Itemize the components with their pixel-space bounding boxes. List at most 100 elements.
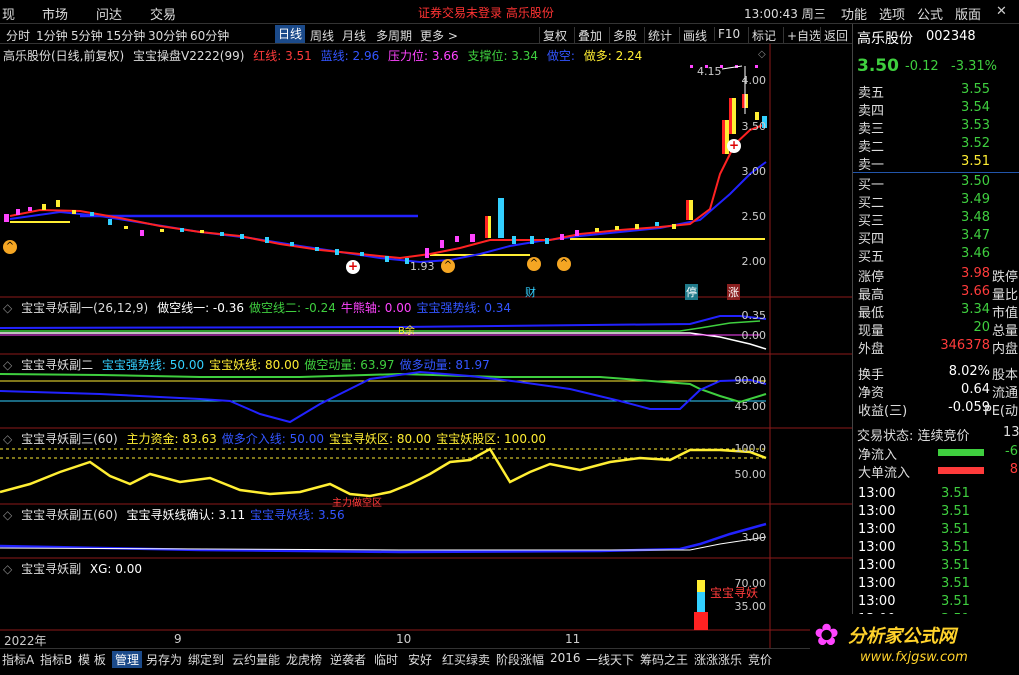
tab-period-monthly[interactable]: 月线 (342, 27, 366, 44)
sub3-name[interactable]: 宝宝寻妖副三(60) (21, 432, 118, 446)
row-label: 卖一 (858, 158, 885, 173)
tab-period-1min[interactable]: 1分钟 (36, 27, 68, 44)
chart-area[interactable]: 高乐股份(日线,前复权) 宝宝操盘V2222(99) 红线: 3.51 蓝线: … (0, 44, 852, 649)
restore-rights-button[interactable]: 复权 (539, 27, 567, 44)
bottom-tab[interactable]: 指标A (2, 651, 34, 668)
bid-row[interactable]: 买三 3.48 (858, 210, 1018, 229)
bottom-tab[interactable]: 管理 (112, 651, 143, 668)
tab-period-fenshi[interactable]: 分时 (6, 27, 30, 44)
ask-row[interactable]: 卖一 3.51 (858, 154, 1018, 173)
y-label: 4.00 (741, 74, 767, 87)
ask-row[interactable]: 卖五 3.55 (858, 82, 1018, 101)
sub3-param-3: 宝宝妖股区: 100.00 (436, 432, 547, 446)
statistics-button[interactable]: 统计 (644, 27, 672, 44)
bottom-tab[interactable]: 阶段涨幅 (496, 651, 544, 668)
bottom-tab[interactable]: 安好 (408, 651, 432, 668)
menu-item-wenda[interactable]: 问达 (96, 4, 122, 23)
menu-item-options[interactable]: 选项 (879, 4, 905, 23)
add-favorite-button[interactable]: +自选 (783, 27, 821, 44)
draw-line-button[interactable]: 画线 (679, 27, 707, 44)
event-mark-finance[interactable]: 财 (525, 284, 536, 300)
tab-period-multi[interactable]: 多周期 (376, 27, 412, 44)
flow-bar (938, 449, 984, 456)
bid-row[interactable]: 买四 3.47 (858, 228, 1018, 247)
tab-period-5min[interactable]: 5分钟 (71, 27, 103, 44)
flow-row: 净流入 -6 (858, 444, 1018, 463)
mark-button[interactable]: 标记 (748, 27, 776, 44)
row-value: 3.51 (961, 154, 990, 169)
row-value: 3.52 (961, 136, 990, 151)
sub2-name[interactable]: 宝宝寻妖副二 (21, 358, 93, 372)
ask-row[interactable]: 卖二 3.52 (858, 136, 1018, 155)
sub4-name[interactable]: 宝宝寻妖副五(60) (21, 508, 118, 522)
sub5-name[interactable]: 宝宝寻妖副 (21, 562, 81, 576)
menu-item-function[interactable]: 功能 (841, 4, 867, 23)
diamond-icon[interactable]: ◇ (758, 49, 766, 60)
bottom-tab[interactable]: 涨涨涨乐 (694, 651, 742, 668)
main-chart-title: 高乐股份(日线,前复权) 宝宝操盘V2222(99) 红线: 3.51 蓝线: … (3, 47, 647, 64)
tick-time: 13:00 (858, 558, 896, 573)
bottom-tab[interactable]: 逆袭者 (330, 651, 366, 668)
row-label: 买一 (858, 178, 885, 193)
diamond-icon[interactable]: ◇ (3, 358, 12, 372)
y-label: 2.50 (741, 210, 767, 223)
sub4-param-0: 宝宝寻妖线确认: 3.11 (126, 508, 246, 522)
bottom-tab[interactable]: 红买绿卖 (442, 651, 490, 668)
stock-name: 高乐股份 (857, 31, 913, 47)
bottom-tab[interactable]: 指标B (40, 651, 72, 668)
tab-period-60min[interactable]: 60分钟 (190, 27, 229, 44)
bottom-tab[interactable]: 筹码之王 (640, 651, 688, 668)
menu-item-trade[interactable]: 交易 (150, 4, 176, 23)
bottom-tab[interactable]: 模 板 (78, 651, 106, 668)
flow-label: 净流入 (858, 448, 898, 463)
sub5-param-0: XG: 0.00 (89, 562, 143, 576)
tab-period-more[interactable]: 更多 > (420, 27, 458, 44)
diamond-icon[interactable]: ◇ (3, 432, 12, 446)
ask-row[interactable]: 卖三 3.53 (858, 118, 1018, 137)
back-button[interactable]: 返回 (820, 27, 848, 44)
tick-price: 3.51 (941, 486, 970, 501)
diamond-icon[interactable]: ◇ (3, 562, 12, 576)
event-mark-limit-up[interactable]: 涨 (727, 284, 740, 300)
event-mark-halt[interactable]: 停 (685, 284, 698, 300)
sub1-name[interactable]: 宝宝寻妖副一(26,12,9) (21, 301, 148, 315)
bottom-tab[interactable]: 竞价 (748, 651, 772, 668)
bottom-tab[interactable]: 临时 (374, 651, 398, 668)
stat-value: 8.02% (948, 364, 990, 379)
stat-label-2: 股本 (991, 368, 1018, 383)
bottom-tab[interactable]: 绑定到 (188, 651, 224, 668)
menu-item-view[interactable]: 现 (2, 4, 15, 23)
menu-item-layout[interactable]: 版面 (955, 4, 981, 23)
bid-row[interactable]: 买二 3.49 (858, 192, 1018, 211)
tick-price: 3.51 (941, 522, 970, 537)
close-icon[interactable]: ✕ (996, 4, 1007, 19)
multi-stock-button[interactable]: 多股 (609, 27, 637, 44)
flow-value: 8 (1009, 462, 1018, 477)
stat-value: 3.98 (961, 266, 990, 281)
indicator-name[interactable]: 宝宝操盘V2222(99) (133, 49, 244, 63)
bid-row[interactable]: 买一 3.50 (858, 174, 1018, 193)
menu-item-formula[interactable]: 公式 (917, 4, 943, 23)
diamond-icon[interactable]: ◇ (3, 508, 12, 522)
stat-value: 0.64 (961, 382, 990, 397)
tab-period-30min[interactable]: 30分钟 (148, 27, 187, 44)
menu-item-market[interactable]: 市场 (42, 4, 68, 23)
tab-period-15min[interactable]: 15分钟 (106, 27, 145, 44)
sub2-title: ◇ 宝宝寻妖副二 宝宝强势线: 50.00 宝宝妖线: 80.00 做空动量: 63… (3, 356, 495, 373)
bottom-tab[interactable]: 一线天下 (586, 651, 634, 668)
stat-row: 换手 8.02% 股本 (858, 364, 1018, 383)
main-param-5: 做多: 2.24 (583, 49, 643, 63)
tick-time: 13:00 (858, 486, 896, 501)
bottom-tab[interactable]: 龙虎榜 (286, 651, 322, 668)
row-label: 买三 (858, 214, 885, 229)
bottom-tab[interactable]: 2016 (550, 651, 581, 665)
overlay-button[interactable]: 叠加 (574, 27, 602, 44)
diamond-icon[interactable]: ◇ (3, 301, 12, 315)
f10-button[interactable]: F10 (714, 27, 740, 41)
bid-row[interactable]: 买五 3.46 (858, 246, 1018, 265)
bottom-tab[interactable]: 云约量能 (232, 651, 280, 668)
tab-period-weekly[interactable]: 周线 (310, 27, 334, 44)
bottom-tab[interactable]: 另存为 (146, 651, 182, 668)
tab-period-daily[interactable]: 日线 (275, 25, 306, 43)
ask-row[interactable]: 卖四 3.54 (858, 100, 1018, 119)
